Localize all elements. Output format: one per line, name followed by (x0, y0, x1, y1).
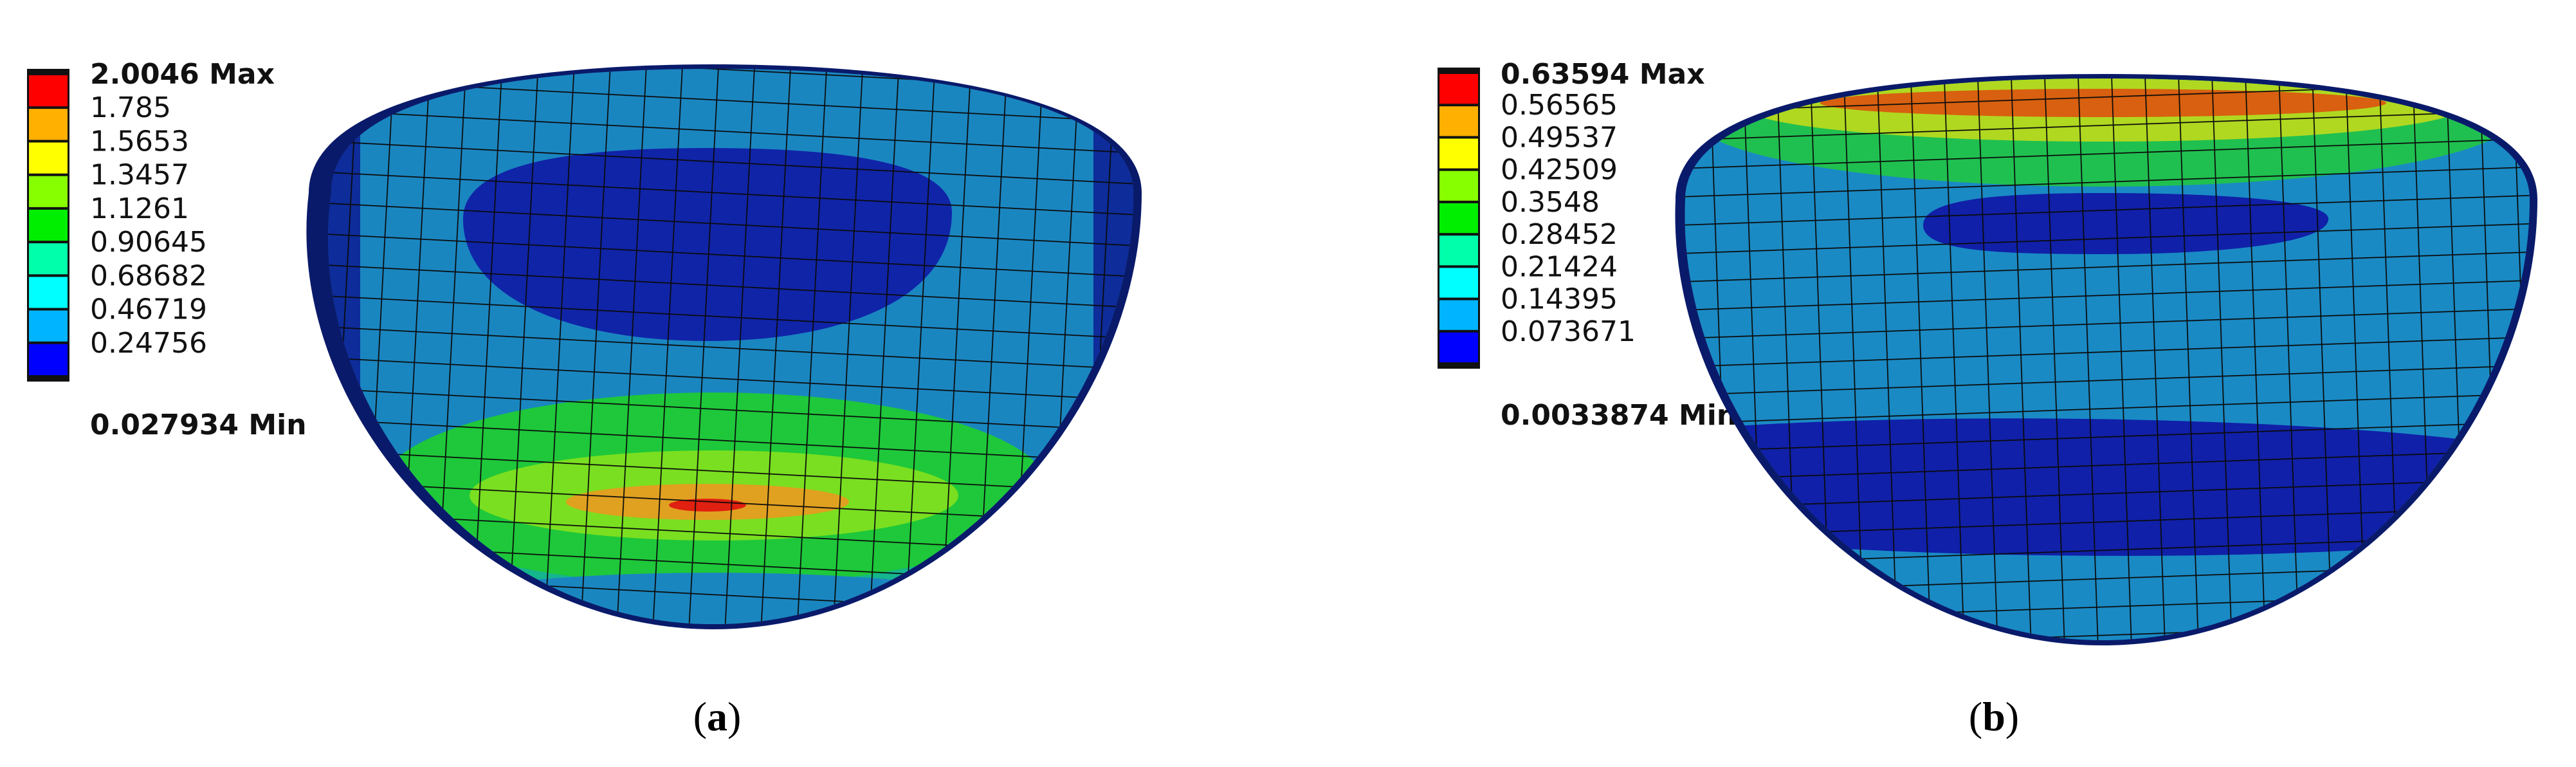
colorbar-swatch (29, 344, 68, 375)
legend-level-label: 0.56565 (1501, 89, 1618, 122)
colorbar-swatch (1439, 236, 1478, 266)
legend-a: 2.0046 Max 1.7851.56531.34571.12610.9064… (27, 58, 307, 441)
colorbar-swatch (29, 75, 68, 107)
contour-model-b (1675, 74, 2537, 645)
legend-b-max-label: 0.63594 Max (1501, 58, 1705, 91)
legend-level-label: 1.1261 (90, 192, 189, 225)
legend-level-label: 0.21424 (1501, 250, 1618, 283)
legend-b-min-label: 0.0033874 Min (1501, 399, 1737, 432)
colorbar-swatch (1439, 106, 1478, 136)
colorbar-swatch (29, 176, 68, 207)
colorbar-swatch (1439, 171, 1478, 201)
colorbar-swatch (1439, 138, 1478, 169)
legend-level-label: 0.49537 (1501, 121, 1618, 154)
colorbar-swatch (29, 277, 68, 308)
colorbar-swatch (29, 310, 68, 342)
colorbar-swatch (1439, 74, 1478, 104)
legend-a-max-label: 2.0046 Max (90, 58, 275, 91)
contour-model-a (306, 64, 1142, 629)
colorbar-swatch (1439, 203, 1478, 234)
legend-level-label: 0.073671 (1501, 315, 1636, 348)
legend-level-label: 0.90645 (90, 226, 207, 259)
legend-level-label: 1.785 (90, 91, 171, 124)
legend-a-min-label: 0.027934 Min (90, 409, 307, 441)
legend-level-label: 0.3548 (1501, 186, 1600, 219)
colorbar-swatch (29, 243, 68, 275)
colorbar-swatch (1439, 300, 1478, 330)
mesh-grid (328, 69, 1133, 624)
legend-b-colorbar (1438, 68, 1480, 369)
legend-level-label: 0.28452 (1501, 218, 1618, 251)
legend-level-label: 1.3457 (90, 159, 189, 192)
colorbar-swatch (29, 142, 68, 174)
colorbar-swatch (29, 209, 68, 241)
legend-level-label: 0.46719 (90, 293, 207, 326)
legend-level-label: 1.5653 (90, 125, 189, 158)
legend-level-label: 0.42509 (1501, 154, 1618, 187)
colorbar-swatch (1439, 332, 1478, 362)
caption-a: (a) (693, 694, 742, 739)
legend-level-label: 0.68682 (90, 259, 207, 292)
mesh-grid (1685, 79, 2530, 640)
colorbar-swatch (1439, 268, 1478, 298)
legend-a-colorbar (27, 69, 69, 382)
legend-level-label: 0.24756 (90, 327, 207, 360)
figure: 2.0046 Max 1.7851.56531.34571.12610.9064… (27, 58, 2537, 739)
legend-level-label: 0.14395 (1501, 283, 1618, 316)
caption-b: (b) (1969, 694, 2019, 739)
colorbar-swatch (29, 109, 68, 140)
